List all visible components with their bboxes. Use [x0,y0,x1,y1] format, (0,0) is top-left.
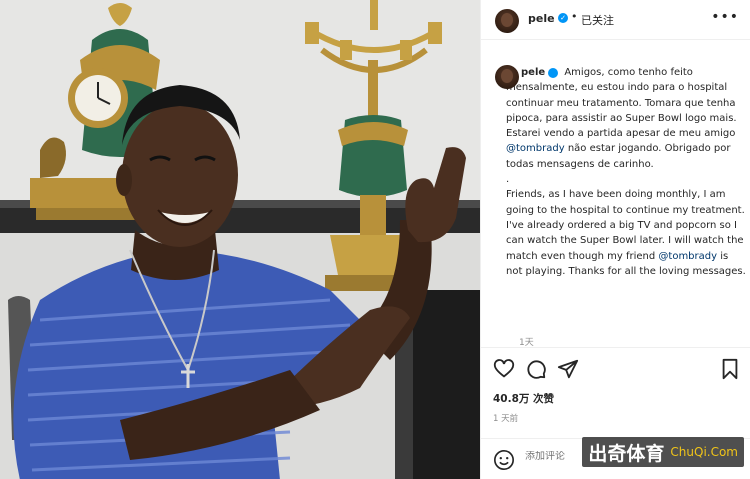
separator-dot: • [571,10,578,23]
username-link[interactable]: pele [528,12,555,25]
caption-area: pele ✓ Amigos, como tenho feito mensalmen… [481,41,750,346]
mention-link[interactable]: @tombrady [658,251,717,262]
share-icon[interactable] [557,358,579,380]
verified-badge-icon: ✓ [558,13,568,23]
caption-avatar[interactable] [495,65,519,89]
watermark-en: ChuQi.Com [670,445,738,459]
caption-username[interactable]: pele [521,67,545,78]
photo-illustration [0,0,480,479]
comment-input[interactable] [525,451,585,462]
caption-text: pele ✓ Amigos, como tenho feito mensalmen… [506,65,746,279]
avatar[interactable] [495,9,519,33]
more-options-icon[interactable]: ••• [711,10,739,24]
post-timestamp: 1 天前 [493,414,519,424]
mention-link[interactable]: @tombrady [506,143,565,154]
post-photo[interactable] [0,0,480,479]
following-button[interactable]: 已关注 [581,12,614,28]
verified-badge-icon: ✓ [548,68,569,78]
caption-timestamp: 1天 [519,338,534,346]
post-header: pele ✓ • 已关注 ••• [481,0,750,40]
site-watermark: 出奇体育 ChuQi.Com [582,437,744,467]
bookmark-icon[interactable] [719,358,741,380]
post-side-panel: pele ✓ • 已关注 ••• pele ✓ Amigos, como tenh… [480,0,750,479]
emoji-icon[interactable] [493,449,515,471]
caption-dot-line: . [506,174,510,186]
like-count[interactable]: 40.8万 次赞 [493,391,554,406]
comment-icon[interactable] [525,358,547,380]
action-bar [481,347,750,387]
watermark-cn: 出奇体育 [588,442,665,465]
heart-icon[interactable] [493,358,515,380]
